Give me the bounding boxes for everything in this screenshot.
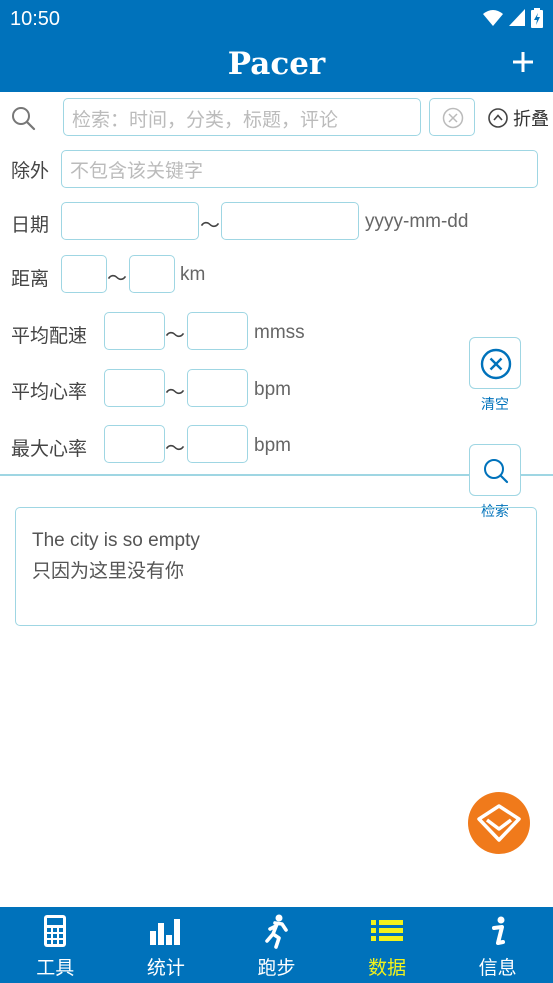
exclude-label: 除外 [11,160,50,182]
date-tilde: ～ [200,213,220,237]
max-hr-unit: bpm [254,435,291,456]
nav-item-info[interactable]: 信息 [442,907,553,983]
distance-unit: km [180,264,206,285]
pace-unit: mmss [254,322,305,343]
runner-icon [265,914,289,949]
max-hr-to-input[interactable] [187,425,248,463]
status-time: 10:50 [10,8,61,30]
pace-from-input[interactable] [104,312,165,350]
pace-label: 平均配速 [11,325,88,347]
calculator-icon [44,915,67,947]
search-button[interactable] [469,444,521,496]
distance-label: 距离 [11,268,50,290]
max-hr-label: 最大心率 [11,438,88,460]
nav-label-run: 跑步 [257,957,296,979]
nav-item-data[interactable]: 数据 [332,907,443,983]
max-hr-from-input[interactable] [104,425,165,463]
nav-item-tools[interactable]: 工具 [0,907,111,983]
add-icon[interactable] [509,48,537,76]
card-line-1: The city is so empty [32,530,200,551]
app-bar: Pacer [0,38,553,92]
clear-search-button[interactable] [429,98,475,136]
list-icon [371,920,404,941]
search-icon [484,459,509,484]
avg-hr-to-input[interactable] [187,369,248,407]
exclude-input[interactable]: 不包含该关键字 [61,150,538,188]
nav-item-stats[interactable]: 统计 [111,907,222,983]
avg-hr-from-input[interactable] [104,369,165,407]
card-line-2: 只因为这里没有你 [32,560,185,582]
avg-hr-unit: bpm [254,379,291,400]
pace-to-input[interactable] [187,312,248,350]
distance-to-input[interactable] [129,255,175,293]
wifi-icon [483,10,503,26]
nav-item-run[interactable]: 跑步 [221,907,332,983]
pace-tilde: ～ [165,323,185,347]
nav-label-stats: 统计 [146,957,185,979]
logo-icon [477,804,521,842]
fold-toggle[interactable]: 折叠 [487,105,549,131]
distance-tilde: ～ [107,266,127,290]
signal-icon [509,9,525,26]
date-from-input[interactable] [61,202,199,240]
close-circle-icon [480,348,512,380]
fold-label: 折叠 [513,109,549,130]
search-icon[interactable] [10,105,36,131]
bar-chart-icon [149,919,180,945]
chevron-up-circle-icon [488,108,508,128]
app-title: Pacer [227,46,326,82]
close-circle-icon [442,107,464,129]
nav-label-tools: 工具 [36,957,75,979]
nav-label-info: 信息 [478,957,517,979]
search-input[interactable]: 检索：时间，分类，标题，评论 [63,98,421,136]
result-card[interactable]: The city is so empty 只因为这里没有你 [15,507,537,626]
info-icon [491,916,505,945]
distance-from-input[interactable] [61,255,107,293]
search-row: 检索：时间，分类，标题，评论 折叠 [0,98,553,138]
bottom-nav: 工具 统计 跑步 数据 信息 [0,907,553,983]
date-format-hint: yyyy-mm-dd [365,211,469,232]
status-bar: 10:50 [0,0,553,38]
max-hr-tilde: ～ [165,436,185,460]
nav-label-data: 数据 [368,957,407,979]
clear-label: 清空 [481,397,509,413]
date-label: 日期 [11,214,50,236]
battery-icon [531,8,543,28]
fab-button[interactable] [468,792,530,854]
clear-button[interactable] [469,337,521,389]
date-to-input[interactable] [221,202,359,240]
status-icons [483,8,543,28]
avg-hr-label: 平均心率 [11,381,88,403]
avg-hr-tilde: ～ [165,380,185,404]
